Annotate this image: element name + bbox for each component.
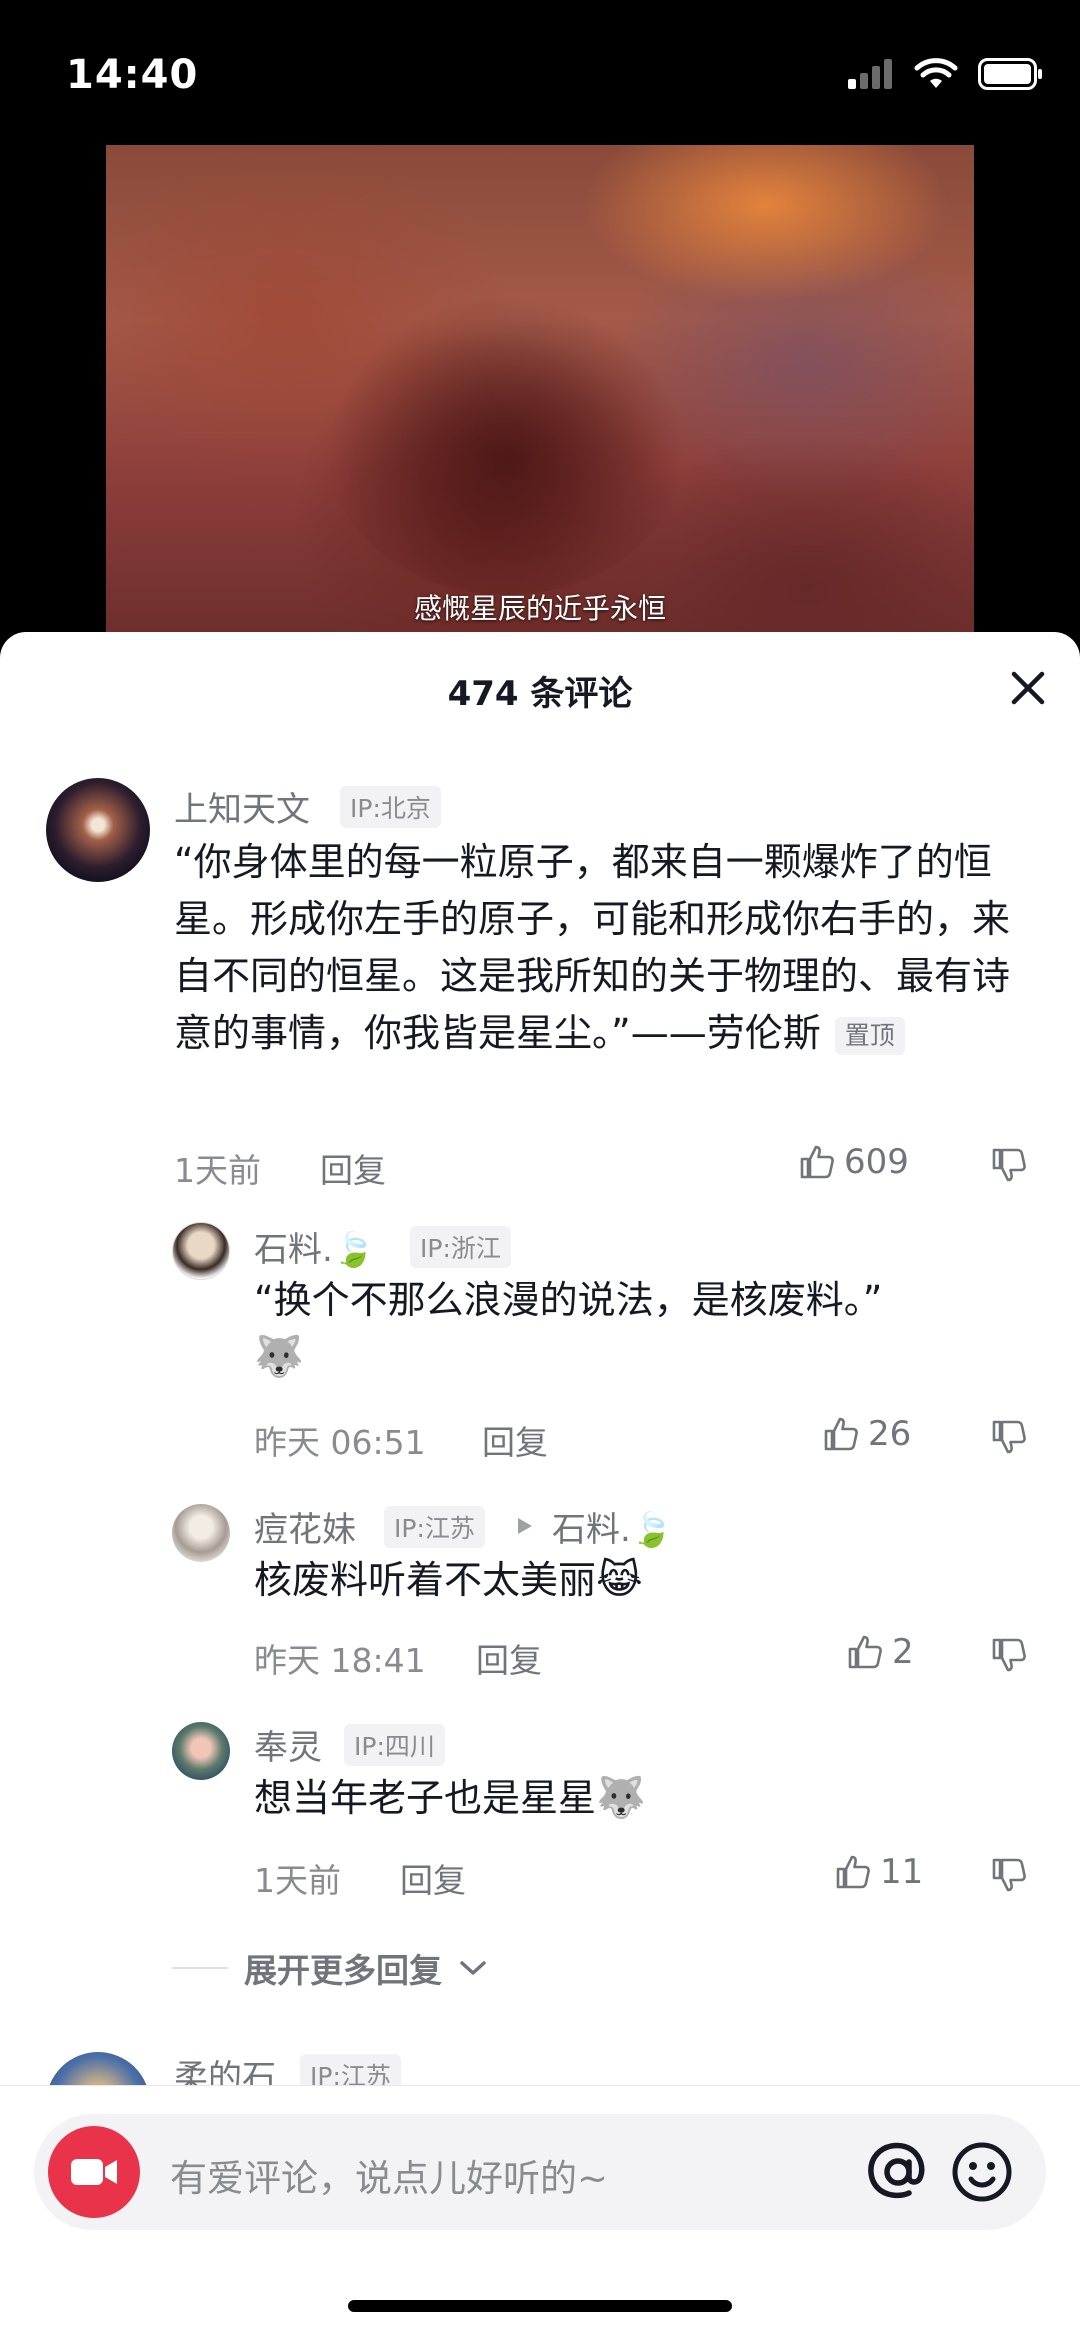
like-count: 11 xyxy=(880,1852,924,1892)
comment-sheet: 474 条评论 上知天文 IP:北京 “你身体里的每一粒原子，都来自一颗爆炸了的… xyxy=(0,632,1080,2339)
comment-text: 想当年老子也是星星🐺 xyxy=(254,1770,1034,1827)
reply-to-username[interactable]: 石料.🍃 xyxy=(552,1502,673,1551)
leaf-icon: 🍃 xyxy=(332,1230,376,1270)
comment-text: 核废料听着不太美丽😹 xyxy=(254,1552,1034,1609)
like-button[interactable]: 26 xyxy=(822,1414,911,1454)
ip-badge: IP:北京 xyxy=(340,786,441,828)
ip-badge: IP:江苏 xyxy=(384,1506,485,1548)
comment-count-title: 474 条评论 xyxy=(447,674,633,714)
thumbs-down-icon[interactable] xyxy=(990,1418,1028,1456)
avatar[interactable] xyxy=(172,1722,230,1780)
avatar[interactable] xyxy=(172,1504,230,1562)
comment-input[interactable]: 有爱评论，说点儿好听的~ xyxy=(34,2114,1046,2230)
pinned-badge: 置顶 xyxy=(834,1016,905,1055)
ip-badge: IP:浙江 xyxy=(410,1226,511,1268)
comment-time: 1天前 xyxy=(174,1151,261,1190)
comment-text: “换个不那么浪漫的说法，是核废料。” 🐺 xyxy=(254,1272,1034,1386)
like-count: 26 xyxy=(868,1414,912,1454)
comment-username[interactable]: 奉灵 xyxy=(254,1720,322,1769)
sheet-header: 474 条评论 xyxy=(0,632,1080,744)
like-button[interactable]: 609 xyxy=(798,1142,909,1182)
husky-emoji-icon: 🐺 xyxy=(596,1775,646,1821)
reply-button[interactable]: 回复 xyxy=(482,1416,548,1464)
emoji-icon[interactable] xyxy=(946,2136,1018,2208)
thumbs-up-icon xyxy=(848,1635,882,1669)
reply-arrow-icon xyxy=(518,1518,532,1534)
video-subtitle: 感慨星辰的近乎永恒 xyxy=(413,592,666,625)
expand-replies-button[interactable]: 展开更多回复 xyxy=(172,1944,488,1992)
thumbs-down-icon[interactable] xyxy=(990,1636,1028,1674)
comment-text: “你身体里的每一粒原子，都来自一颗爆炸了的恒星。形成你左手的原子，可能和形成你右… xyxy=(174,834,1034,1062)
video-player[interactable]: 感慨星辰的近乎永恒 xyxy=(106,145,974,645)
close-icon[interactable] xyxy=(1006,666,1050,710)
comment-username[interactable]: 石料.🍃 xyxy=(254,1222,375,1271)
video-nebula xyxy=(326,295,686,595)
status-time: 14:40 xyxy=(66,52,199,98)
home-indicator[interactable] xyxy=(348,2300,732,2312)
like-button[interactable]: 11 xyxy=(834,1852,923,1892)
like-button[interactable]: 2 xyxy=(846,1632,914,1672)
comment-time: 昨天 06:51 xyxy=(254,1423,426,1462)
battery-icon xyxy=(978,58,1042,90)
comment-time: 1天前 xyxy=(254,1861,341,1900)
comment-time: 昨天 18:41 xyxy=(254,1641,426,1680)
avatar[interactable] xyxy=(46,778,150,882)
wifi-icon xyxy=(914,58,958,88)
status-icons xyxy=(848,58,1044,90)
like-count: 2 xyxy=(892,1632,914,1672)
comment-username[interactable]: 上知天文 xyxy=(174,782,310,831)
reply-button[interactable]: 回复 xyxy=(400,1854,466,1902)
ip-badge: IP:四川 xyxy=(344,1724,445,1766)
like-count: 609 xyxy=(844,1142,909,1182)
status-bar: 14:40 xyxy=(0,0,1080,150)
video-camera-icon xyxy=(71,2159,117,2185)
reply-button[interactable]: 回复 xyxy=(476,1634,542,1682)
thumbs-up-icon xyxy=(800,1145,834,1179)
comment-body: “换个不那么浪漫的说法，是核废料。” xyxy=(254,1278,883,1322)
thumbs-down-icon[interactable] xyxy=(990,1146,1028,1184)
camera-button[interactable] xyxy=(48,2126,140,2218)
avatar[interactable] xyxy=(172,1222,230,1280)
comment-body: 核废料听着不太美丽 xyxy=(254,1558,597,1602)
divider xyxy=(172,1967,228,1969)
comment-username[interactable]: 痘花妹 xyxy=(254,1502,356,1551)
leaf-icon: 🍃 xyxy=(630,1510,674,1550)
crying-laughing-emoji-icon: 😹 xyxy=(596,1557,643,1603)
input-placeholder: 有爱评论，说点儿好听的~ xyxy=(170,2157,609,2200)
thumbs-up-icon xyxy=(824,1417,858,1451)
thumbs-up-icon xyxy=(836,1855,870,1889)
comment-body: 想当年老子也是星星 xyxy=(254,1776,597,1820)
husky-emoji-icon: 🐺 xyxy=(254,1334,304,1380)
expand-replies-label: 展开更多回复 xyxy=(244,1951,442,1990)
at-mention-icon[interactable] xyxy=(862,2136,934,2208)
signal-icon xyxy=(848,59,892,89)
thumbs-down-icon[interactable] xyxy=(990,1856,1028,1894)
reply-button[interactable]: 回复 xyxy=(320,1144,386,1192)
chevron-down-icon xyxy=(460,1961,486,1975)
